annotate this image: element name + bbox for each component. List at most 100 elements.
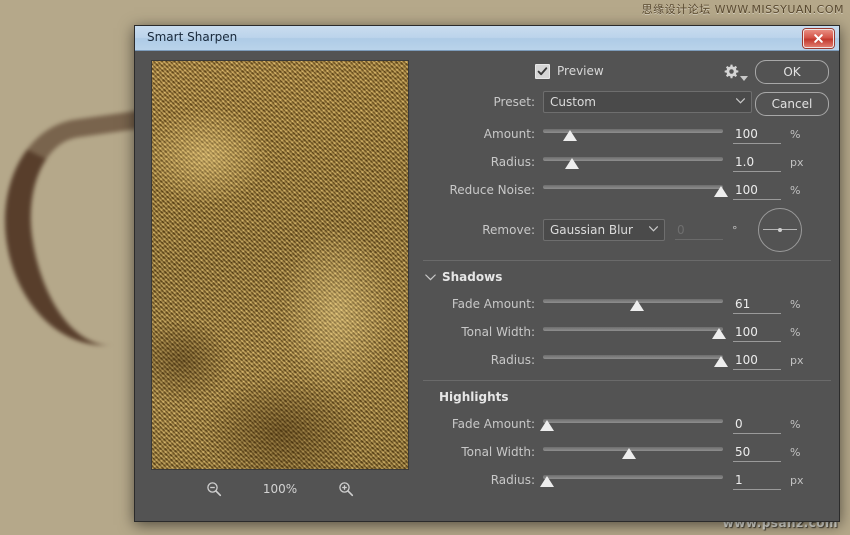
highlights-fade-amount-unit: % xyxy=(790,417,801,431)
remove-row: Remove: Gaussian Blur ° xyxy=(423,208,831,252)
radius-input[interactable] xyxy=(733,152,781,172)
amount-slider-handle[interactable] xyxy=(563,130,577,141)
settings-menu-button[interactable] xyxy=(724,64,748,81)
shadows-radius-input[interactable] xyxy=(733,350,781,370)
dialog-titlebar[interactable]: Smart Sharpen xyxy=(135,26,839,51)
shadows-tonal-width-row: Tonal Width: % xyxy=(423,320,831,344)
highlights-radius-slider[interactable] xyxy=(539,469,723,491)
dialog-title: Smart Sharpen xyxy=(147,30,238,44)
highlights-title: Highlights xyxy=(439,390,509,404)
shadows-header[interactable]: Shadows xyxy=(423,268,831,286)
shadows-tonal-width-handle[interactable] xyxy=(712,328,727,339)
watermark-top: 思缘设计论坛 WWW.MISSYUAN.COM xyxy=(641,3,844,16)
shadows-fade-amount-handle[interactable] xyxy=(629,300,644,311)
shadows-title: Shadows xyxy=(442,270,503,284)
preview-label: Preview xyxy=(557,64,604,78)
highlights-fade-amount-handle[interactable] xyxy=(539,420,554,431)
shadows-tonal-width-track xyxy=(543,327,723,331)
preset-value: Custom xyxy=(550,95,596,109)
gear-dropdown-caret-icon xyxy=(739,75,748,81)
angle-unit: ° xyxy=(732,223,738,237)
highlights-radius-row: Radius: px xyxy=(423,468,831,492)
angle-dial-icon[interactable] xyxy=(758,208,802,252)
shadows-radius-row: Radius: px xyxy=(423,348,831,372)
reduce-noise-row: Reduce Noise: % xyxy=(423,178,831,202)
remove-value: Gaussian Blur xyxy=(550,223,633,237)
shadows-fade-amount-row: Fade Amount: % xyxy=(423,292,831,316)
close-button[interactable] xyxy=(803,29,834,48)
shadows-tonal-width-input[interactable] xyxy=(733,322,781,342)
highlights-tonal-width-handle[interactable] xyxy=(622,448,637,459)
reduce-noise-slider-handle[interactable] xyxy=(714,186,729,197)
angle-input xyxy=(675,220,723,240)
highlights-separator xyxy=(423,380,831,381)
amount-input[interactable] xyxy=(733,124,781,144)
highlights-radius-track xyxy=(543,475,723,479)
preset-select[interactable]: Custom xyxy=(543,91,752,113)
preview-panel: 100% xyxy=(151,60,411,500)
smart-sharpen-dialog: Smart Sharpen 100% OK Cancel Preview Pre… xyxy=(134,25,840,522)
highlights-fade-amount-label: Fade Amount: xyxy=(451,417,535,431)
radius-unit: px xyxy=(790,155,804,169)
chevron-down-icon[interactable] xyxy=(425,273,436,281)
amount-unit: % xyxy=(790,127,801,141)
shadows-fade-amount-unit: % xyxy=(790,297,801,311)
highlights-tonal-width-input[interactable] xyxy=(733,442,781,462)
reduce-noise-unit: % xyxy=(790,183,801,197)
highlights-radius-label: Radius: xyxy=(490,473,535,487)
chevron-down-icon xyxy=(736,98,745,104)
highlights-tonal-width-unit: % xyxy=(790,445,801,459)
controls-panel: OK Cancel Preview Preset: Custom Amount:… xyxy=(423,60,831,515)
amount-label: Amount: xyxy=(483,127,535,141)
highlights-fade-amount-track xyxy=(543,419,723,423)
preview-checkbox[interactable] xyxy=(535,63,550,79)
shadows-radius-unit: px xyxy=(790,353,804,367)
remove-select[interactable]: Gaussian Blur xyxy=(543,219,665,241)
gear-icon xyxy=(724,64,739,78)
ok-button[interactable]: OK xyxy=(755,60,829,84)
highlights-fade-amount-slider[interactable] xyxy=(539,413,723,435)
highlights-radius-unit: px xyxy=(790,473,804,487)
radius-slider[interactable] xyxy=(543,151,723,173)
radius-slider-handle[interactable] xyxy=(564,158,579,169)
dialog-buttons: OK Cancel xyxy=(755,60,829,124)
amount-slider[interactable] xyxy=(543,123,723,145)
shadows-tonal-width-label: Tonal Width: xyxy=(461,325,535,339)
zoom-in-magnifier-icon[interactable] xyxy=(338,481,354,497)
zoom-out-magnifier-icon[interactable] xyxy=(206,481,222,497)
shadows-radius-label: Radius: xyxy=(490,353,535,367)
shadows-fade-amount-label: Fade Amount: xyxy=(451,297,535,311)
radius-row: Radius: px xyxy=(423,150,831,174)
dialog-body: 100% OK Cancel Preview Preset: Custom Am… xyxy=(135,51,839,521)
shadows-radius-handle[interactable] xyxy=(714,356,729,367)
reduce-noise-input[interactable] xyxy=(733,180,781,200)
reduce-noise-slider-track xyxy=(543,185,723,189)
shadows-fade-amount-slider[interactable] xyxy=(543,293,723,315)
highlights-radius-input[interactable] xyxy=(733,470,781,490)
shadows-tonal-width-unit: % xyxy=(790,325,801,339)
angle-dial-hub xyxy=(778,228,782,232)
highlights-radius-handle[interactable] xyxy=(539,476,554,487)
amount-row: Amount: % xyxy=(423,122,831,146)
shadows-fade-amount-input[interactable] xyxy=(733,294,781,314)
zoom-level-label: 100% xyxy=(262,482,298,496)
shadows-radius-track xyxy=(543,355,723,359)
remove-label: Remove: xyxy=(482,223,535,237)
close-x-icon xyxy=(814,34,823,43)
zoom-toolbar: 100% xyxy=(151,478,409,500)
highlights-tonal-width-row: Tonal Width: % xyxy=(423,440,831,464)
cancel-button[interactable]: Cancel xyxy=(755,92,829,116)
highlights-header[interactable]: Highlights xyxy=(423,388,831,406)
reduce-noise-label: Reduce Noise: xyxy=(449,183,535,197)
radius-label: Radius: xyxy=(490,155,535,169)
reduce-noise-slider[interactable] xyxy=(543,179,729,201)
shadows-tonal-width-slider[interactable] xyxy=(543,321,727,343)
shadows-radius-slider[interactable] xyxy=(543,349,729,371)
highlights-fade-amount-row: Fade Amount: % xyxy=(423,412,831,436)
highlights-fade-amount-input[interactable] xyxy=(733,414,781,434)
highlights-tonal-width-slider[interactable] xyxy=(543,441,723,463)
shadows-separator xyxy=(423,260,831,261)
preset-label: Preset: xyxy=(493,95,535,109)
checkmark-icon xyxy=(537,66,548,75)
preview-image[interactable] xyxy=(151,60,409,470)
